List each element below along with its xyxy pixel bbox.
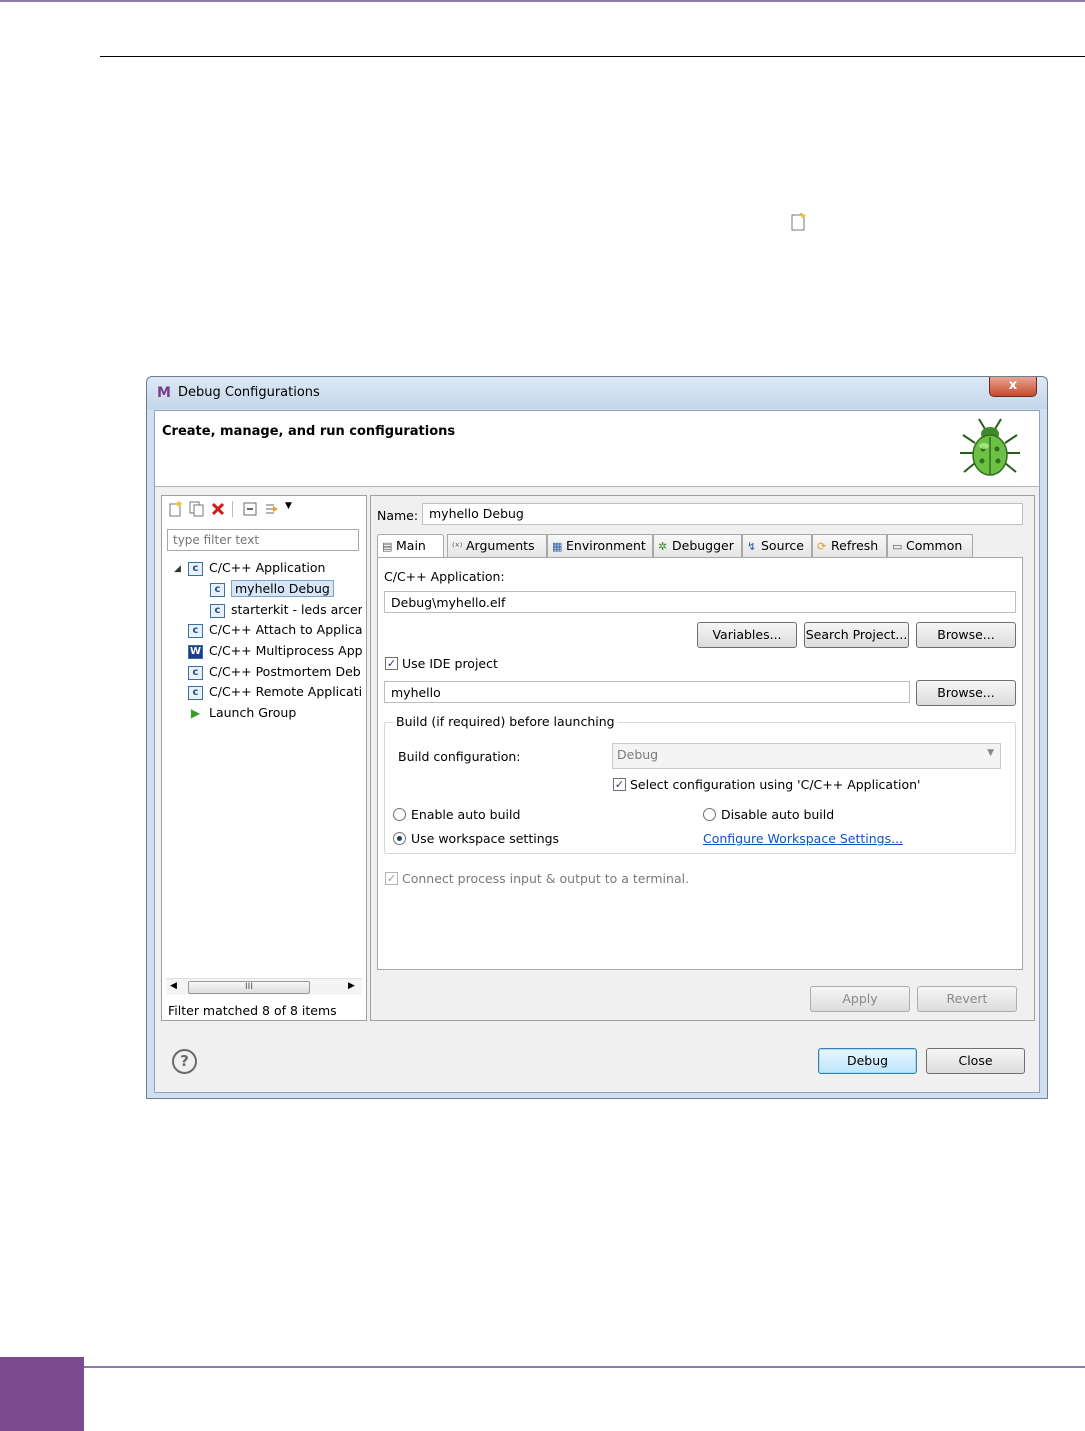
- build-before-launch-group: Build (if required) before launching Bui…: [384, 714, 1016, 854]
- disable-auto-build-radio[interactable]: [703, 808, 716, 821]
- delete-configuration-icon[interactable]: [210, 501, 226, 517]
- refresh-tab-icon: ⟳: [817, 540, 827, 553]
- c-config-icon: c: [188, 623, 203, 638]
- c-config-icon: c: [188, 685, 203, 700]
- enable-auto-build-radio[interactable]: [393, 808, 406, 821]
- tab-common[interactable]: ▭ Common: [887, 534, 973, 558]
- use-ide-project-checkbox[interactable]: ✓: [385, 657, 398, 670]
- tree-toolbar: ▼: [162, 496, 366, 522]
- scrollbar-thumb[interactable]: III: [188, 981, 310, 994]
- apply-button[interactable]: Apply: [810, 986, 910, 1012]
- application-label: C/C++ Application:: [384, 569, 505, 584]
- configuration-editor: Name: myhello Debug ▤ Main ⁽ˣ⁾ Arguments ▦…: [370, 495, 1035, 1021]
- filter-menu-chevron-down-icon[interactable]: ▼: [285, 501, 292, 511]
- scroll-left-icon[interactable]: ◀: [170, 981, 177, 991]
- tab-environment[interactable]: ▦ Environment: [547, 534, 653, 558]
- document-page: M Debug Configurations x Create, manage,…: [0, 0, 1085, 1431]
- expand-arrow-icon[interactable]: ◢: [174, 564, 181, 574]
- banner: Create, manage, and run configurations: [155, 411, 1039, 487]
- configuration-tree: ◢ c C/C++ Application c myhello Debug c sta…: [162, 558, 362, 978]
- tree-item-starterkit[interactable]: c starterkit - leds arcem: [210, 600, 362, 620]
- use-workspace-settings-label: Use workspace settings: [411, 831, 560, 846]
- application-input[interactable]: Debug\myhello.elf: [384, 591, 1016, 613]
- arguments-tab-icon: ⁽ˣ⁾: [452, 540, 463, 553]
- use-ide-project-label: Use IDE project: [402, 656, 498, 671]
- tab-refresh[interactable]: ⟳ Refresh: [812, 534, 887, 558]
- enable-auto-build-label: Enable auto build: [411, 807, 521, 822]
- launch-group-icon: ▶: [190, 705, 201, 720]
- source-tab-icon: ↯: [747, 540, 757, 553]
- c-config-icon: c: [188, 665, 203, 680]
- build-group-title: Build (if required) before launching: [393, 714, 618, 729]
- variables-button[interactable]: Variables...: [697, 622, 797, 648]
- disable-auto-build-label: Disable auto build: [721, 807, 835, 822]
- bug-icon: [960, 418, 1020, 476]
- tab-main[interactable]: ▤ Main: [377, 534, 444, 559]
- horizontal-scrollbar[interactable]: ◀ III ▶: [166, 978, 362, 995]
- name-input[interactable]: myhello Debug: [422, 503, 1023, 525]
- header-rule: [100, 56, 1085, 57]
- build-configuration-label: Build configuration:: [398, 749, 521, 764]
- tree-item-cpp-application[interactable]: c C/C++ Application: [188, 558, 325, 578]
- revert-button[interactable]: Revert: [917, 986, 1017, 1012]
- tree-item-remote[interactable]: c C/C++ Remote Applicati: [188, 682, 362, 702]
- filter-input[interactable]: [167, 529, 359, 551]
- environment-tab-icon: ▦: [552, 540, 563, 553]
- connect-terminal-label: Connect process input & output to a term…: [402, 871, 690, 886]
- filter-status: Filter matched 8 of 8 items: [168, 1003, 337, 1018]
- dialog-title: Debug Configurations: [178, 385, 320, 400]
- close-button[interactable]: Close: [926, 1048, 1025, 1074]
- help-icon[interactable]: ?: [172, 1049, 197, 1074]
- filter-configurations-icon[interactable]: [264, 501, 280, 517]
- name-label: Name:: [377, 508, 419, 523]
- new-launch-configuration-icon[interactable]: [168, 501, 184, 517]
- project-input[interactable]: myhello: [384, 681, 910, 703]
- new-configuration-icon: [791, 212, 806, 231]
- window-close-button[interactable]: x: [989, 377, 1037, 397]
- duplicate-configuration-icon[interactable]: [189, 501, 205, 517]
- debug-configurations-dialog: M Debug Configurations x Create, manage,…: [146, 376, 1048, 1099]
- tree-item-multiprocess[interactable]: W C/C++ Multiprocess App: [188, 641, 362, 661]
- dialog-client-area: Create, manage, and run configurations ▼…: [154, 410, 1040, 1093]
- banner-title: Create, manage, and run configurations: [162, 424, 456, 439]
- debugger-tab-icon: ✲: [658, 540, 668, 553]
- tree-item-postmortem[interactable]: c C/C++ Postmortem Deb: [188, 662, 361, 682]
- tree-item-launch-group[interactable]: ▶ Launch Group: [188, 703, 296, 723]
- tab-source[interactable]: ↯ Source: [742, 534, 812, 558]
- scroll-right-icon[interactable]: ▶: [348, 981, 355, 991]
- configure-workspace-settings-link[interactable]: Configure Workspace Settings...: [703, 831, 903, 846]
- title-bar[interactable]: M Debug Configurations x: [147, 377, 1047, 409]
- footer-block: [0, 1357, 84, 1431]
- tab-strip: ▤ Main ⁽ˣ⁾ Arguments ▦ Environment ✲ Debugge…: [377, 534, 1025, 559]
- select-configuration-label: Select configuration using 'C/C++ Applic…: [630, 777, 921, 792]
- select-configuration-checkbox[interactable]: ✓: [613, 778, 626, 791]
- tree-item-myhello-debug[interactable]: c myhello Debug: [210, 579, 334, 599]
- app-icon: M: [157, 385, 171, 401]
- search-project-button[interactable]: Search Project...: [804, 622, 909, 648]
- multiprocess-icon: W: [188, 644, 203, 659]
- tab-arguments[interactable]: ⁽ˣ⁾ Arguments: [447, 534, 547, 558]
- browse-project-button[interactable]: Browse...: [916, 680, 1016, 706]
- tab-debugger[interactable]: ✲ Debugger: [653, 534, 742, 558]
- top-rule: [0, 0, 1085, 2]
- collapse-all-icon[interactable]: [242, 501, 258, 517]
- configuration-tree-panel: ▼ ◢ cC/C++ Application cmyhello Debug cs…: [161, 495, 367, 1021]
- connect-terminal-checkbox[interactable]: ✓: [385, 872, 398, 885]
- use-workspace-settings-radio[interactable]: [393, 832, 406, 845]
- common-tab-icon: ▭: [892, 540, 903, 553]
- toolbar-separator: [232, 501, 233, 517]
- c-config-icon: c: [188, 561, 203, 576]
- footer-rule: [84, 1366, 1085, 1368]
- main-tab-content: C/C++ Application: Debug\myhello.elf Var…: [377, 557, 1023, 970]
- build-configuration-select[interactable]: Debug ▼: [612, 743, 1001, 769]
- browse-application-button[interactable]: Browse...: [916, 622, 1016, 648]
- main-tab-icon: ▤: [382, 540, 393, 553]
- c-config-icon: c: [210, 582, 225, 597]
- debug-button[interactable]: Debug: [818, 1048, 917, 1074]
- dropdown-chevron-down-icon: ▼: [987, 748, 994, 758]
- tree-item-attach[interactable]: c C/C++ Attach to Applica: [188, 620, 362, 640]
- c-config-icon: c: [210, 603, 225, 618]
